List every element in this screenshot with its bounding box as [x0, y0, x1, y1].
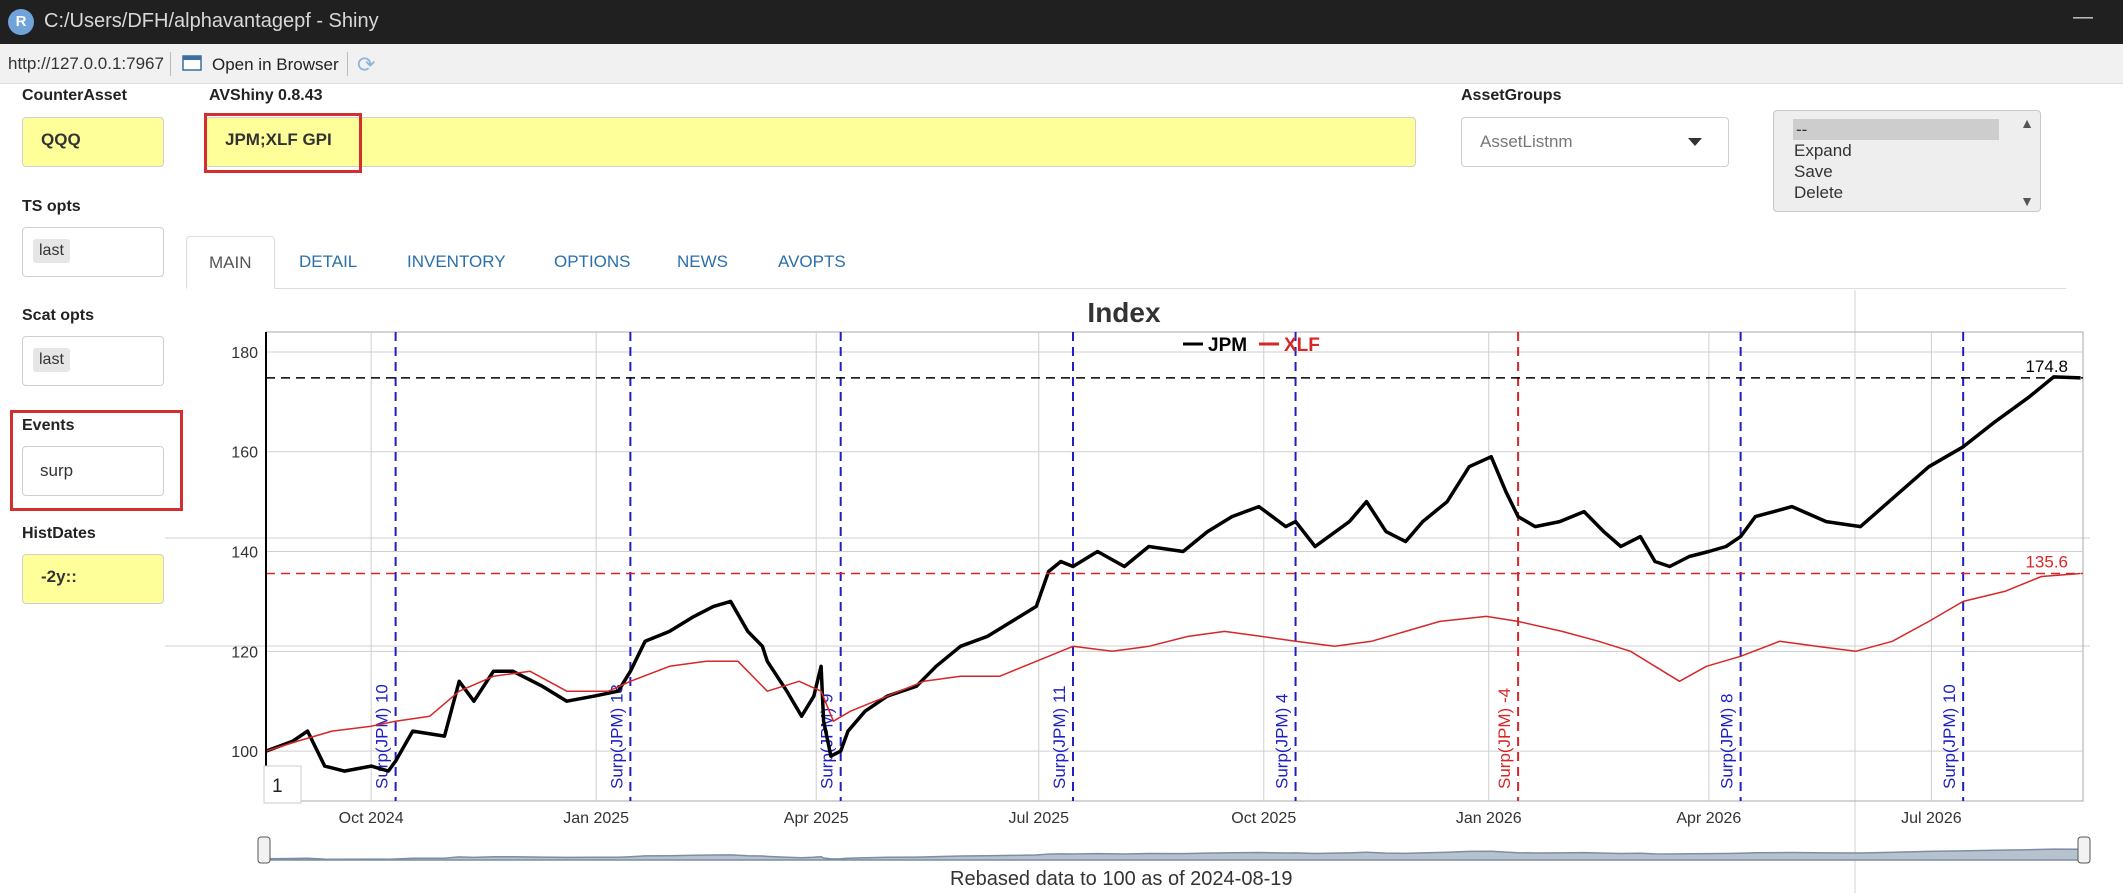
- x-tick-label: Oct 2024: [339, 810, 404, 827]
- navigator-right-handle[interactable]: [2077, 836, 2091, 864]
- plot-frame: [265, 331, 2084, 802]
- x-tick-label: Apr 2026: [1676, 810, 1741, 827]
- event-label: Surp(JPM) -4: [1495, 688, 1514, 789]
- chart-axes: 100 120 140 160 180 Oct 2024 Jan 2025 Apr 2025 J…: [231, 332, 2068, 827]
- chart-caption: Rebased data to 100 as of 2024-08-19: [950, 868, 1293, 890]
- event-label: Surp(JPM) 4: [1273, 694, 1292, 789]
- navigator-left-handle[interactable]: [257, 836, 271, 864]
- event-label: Surp(JPM) 13: [607, 684, 626, 789]
- index-chart: Surp(JPM) 10 Surp(JPM) 13 Surp(JPM) 9 Surp(…: [165, 290, 2091, 893]
- range-navigator[interactable]: [257, 836, 2091, 864]
- corner-badge-label: 1: [272, 776, 283, 797]
- chart-legend: JPM XLF: [1183, 335, 1320, 356]
- last-value-label: 174.8: [2025, 357, 2068, 376]
- x-tick-label: Jul 2025: [1009, 810, 1070, 827]
- y-tick-label: 160: [231, 445, 258, 462]
- x-tick-label: Oct 2025: [1231, 810, 1296, 827]
- navigator-area: [265, 848, 2082, 861]
- event-label: Surp(JPM) 10: [1940, 684, 1959, 789]
- event-label: Surp(JPM) 8: [1718, 694, 1737, 789]
- chart-corner-badge: 1: [263, 765, 302, 804]
- event-label: Surp(JPM) 10: [373, 684, 392, 789]
- series-line-xlf: [265, 572, 2081, 752]
- x-tick-label: Jan 2026: [1456, 810, 1522, 827]
- y-tick-label: 100: [231, 744, 258, 761]
- chart-title: Index: [1087, 297, 1161, 328]
- last-value-label: 135.6: [2025, 552, 2068, 571]
- x-tick-label: Apr 2025: [784, 810, 849, 827]
- chart-series: [265, 375, 2083, 773]
- chart-events: Surp(JPM) 10 Surp(JPM) 13 Surp(JPM) 9 Surp(…: [373, 332, 1965, 801]
- y-tick-label: 120: [231, 644, 258, 661]
- legend-entry-jpm: JPM: [1208, 335, 1247, 356]
- y-tick-label: 180: [231, 345, 258, 362]
- event-label: Surp(JPM) 11: [1050, 685, 1069, 789]
- chart-grid: [265, 331, 2084, 802]
- legend-entry-xlf: XLF: [1284, 335, 1320, 356]
- y-tick-label: 140: [231, 545, 258, 562]
- x-tick-label: Jul 2026: [1901, 810, 1962, 827]
- x-tick-label: Jan 2025: [563, 810, 629, 827]
